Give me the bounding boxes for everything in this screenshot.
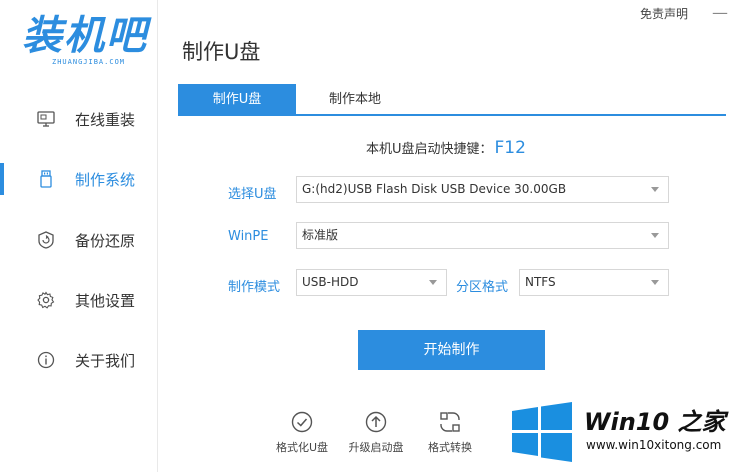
usb-select-value: G:(hd2)USB Flash Disk USB Device 30.00GB [302,182,567,196]
hotkey-label: 本机U盘启动快捷键： [366,142,493,157]
mode-select[interactable]: USB-HDD [296,269,447,296]
sidebar-item-other-settings[interactable]: 其他设置 [0,280,158,320]
sidebar-item-label: 其他设置 [75,291,136,310]
tool-label: 升级启动盘 [348,441,404,454]
gear-icon [37,291,55,309]
tool-format-usb[interactable]: 格式化U盘 [267,410,337,455]
sidebar-item-make-system[interactable]: 制作系统 [0,159,158,199]
tab-make-local[interactable]: 制作本地 [296,84,414,116]
sidebar-item-about-us[interactable]: 关于我们 [0,340,158,380]
page-title: 制作U盘 [182,40,261,64]
tab-make-usb[interactable]: 制作U盘 [178,84,296,116]
watermark-title: Win10 之家 [584,408,726,436]
mode-select-label: 制作模式 [228,280,281,295]
logo-title: 装机吧 [22,13,148,59]
monitor-icon [37,110,55,128]
winpe-select-label: WinPE [228,229,269,244]
disclaimer-link[interactable]: 免责声明 [640,5,688,22]
minimize-button[interactable]: — [712,3,728,22]
windows-logo-icon [510,402,574,466]
sidebar-item-backup-restore[interactable]: 备份还原 [0,220,158,260]
sidebar-item-label: 在线重装 [75,110,136,129]
winpe-select-value: 标准版 [302,228,339,242]
sidebar-item-online-reinstall[interactable]: 在线重装 [0,99,158,139]
chevron-down-icon [651,280,659,285]
sidebar: 装机吧 ZHUANGJIBA.COM 在线重装 制作系统 备份还原 其他设置 关… [0,0,158,472]
tab-bar: 制作U盘 制作本地 [178,84,726,116]
sidebar-item-label: 关于我们 [75,351,136,370]
partition-select[interactable]: NTFS [519,269,669,296]
upgrade-circle-icon [364,410,388,434]
watermark-url: www.win10xitong.com [586,438,722,452]
winpe-select[interactable]: 标准版 [296,222,669,249]
hotkey-value: F12 [494,138,526,158]
partition-select-value: NTFS [525,275,556,289]
check-circle-icon [290,410,314,434]
sidebar-item-label: 制作系统 [75,170,136,189]
chevron-down-icon [651,187,659,192]
usb-icon [37,170,55,188]
chevron-down-icon [429,280,437,285]
usb-select-label: 选择U盘 [228,187,277,202]
logo-subtitle: ZHUANGJIBA.COM [52,58,126,66]
backup-icon [37,231,55,249]
tool-label: 格式转换 [428,441,472,454]
sidebar-item-label: 备份还原 [75,231,136,250]
tool-format-convert[interactable]: 格式转换 [415,410,485,455]
hotkey-info: 本机U盘启动快捷键： F12 [366,138,526,158]
mode-select-value: USB-HDD [302,275,359,289]
usb-select[interactable]: G:(hd2)USB Flash Disk USB Device 30.00GB [296,176,669,203]
chevron-down-icon [651,233,659,238]
info-icon [37,351,55,369]
convert-icon [438,410,462,434]
tool-label: 格式化U盘 [275,441,329,454]
partition-select-label: 分区格式 [456,280,509,295]
start-make-button[interactable]: 开始制作 [358,330,545,370]
watermark: Win10 之家 www.win10xitong.com [498,396,742,472]
app-logo: 装机吧 ZHUANGJIBA.COM [22,14,154,72]
tool-upgrade-boot-disk[interactable]: 升级启动盘 [341,410,411,455]
